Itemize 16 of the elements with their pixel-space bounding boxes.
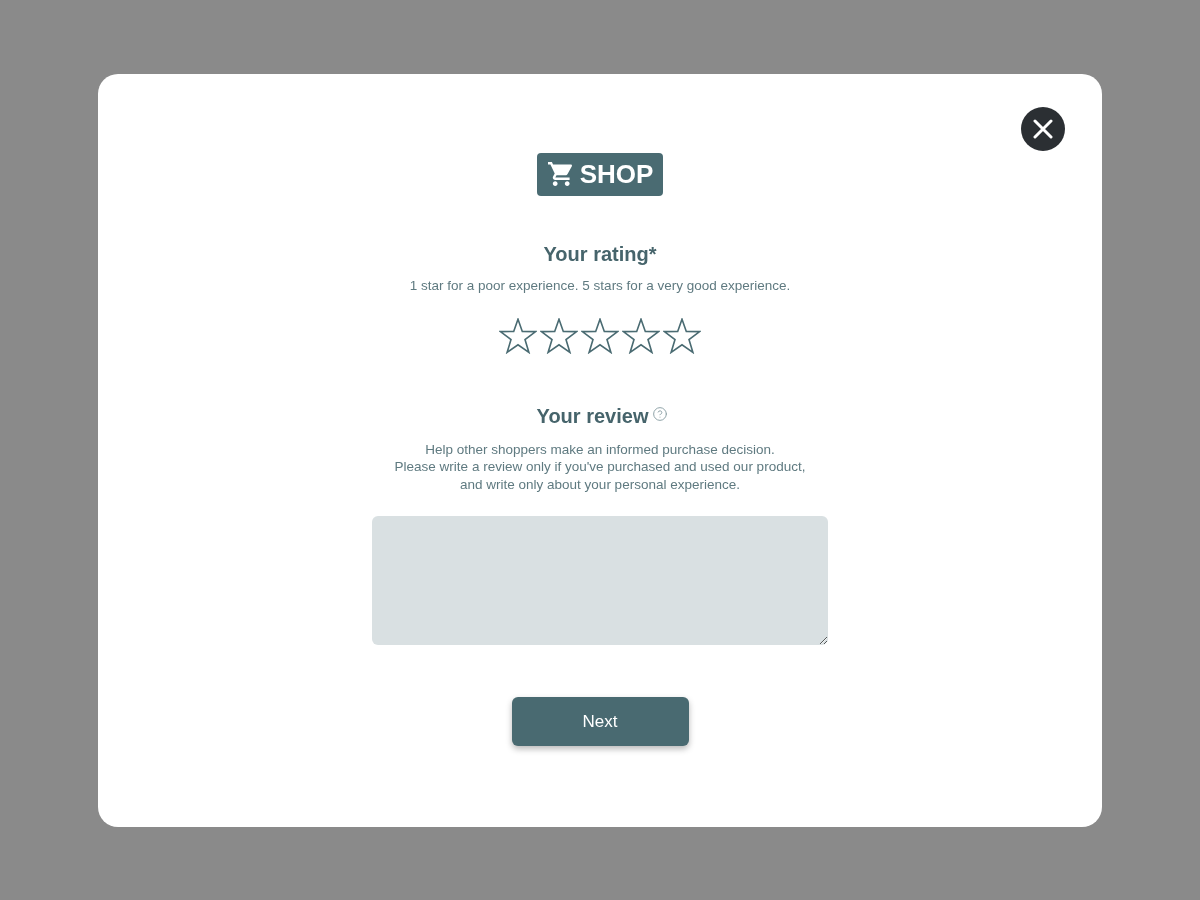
star-outline-icon[interactable] bbox=[622, 317, 660, 354]
logo-text: SHOP bbox=[579, 159, 654, 189]
rating-title: Your rating* bbox=[543, 241, 657, 266]
star-outline-icon[interactable] bbox=[540, 317, 578, 354]
star-rating[interactable] bbox=[499, 317, 701, 354]
close-icon bbox=[1033, 118, 1053, 139]
star-outline-icon[interactable] bbox=[499, 317, 537, 354]
close-button[interactable] bbox=[1021, 106, 1065, 151]
review-description: Help other shoppers make an informed purchase decision. Please write a review only if you've purchased and used our product, and write only about your personal experience. bbox=[394, 440, 806, 493]
cart-icon bbox=[547, 162, 572, 186]
star-outline-icon[interactable] bbox=[663, 317, 701, 354]
next-button[interactable]: Next bbox=[511, 697, 689, 746]
review-field[interactable] bbox=[372, 516, 828, 645]
star-outline-icon[interactable] bbox=[581, 317, 619, 354]
review-title: Your review bbox=[536, 403, 649, 428]
rating-hint: 1 star for a poor experience. 5 stars for a very good experience. bbox=[409, 276, 791, 295]
